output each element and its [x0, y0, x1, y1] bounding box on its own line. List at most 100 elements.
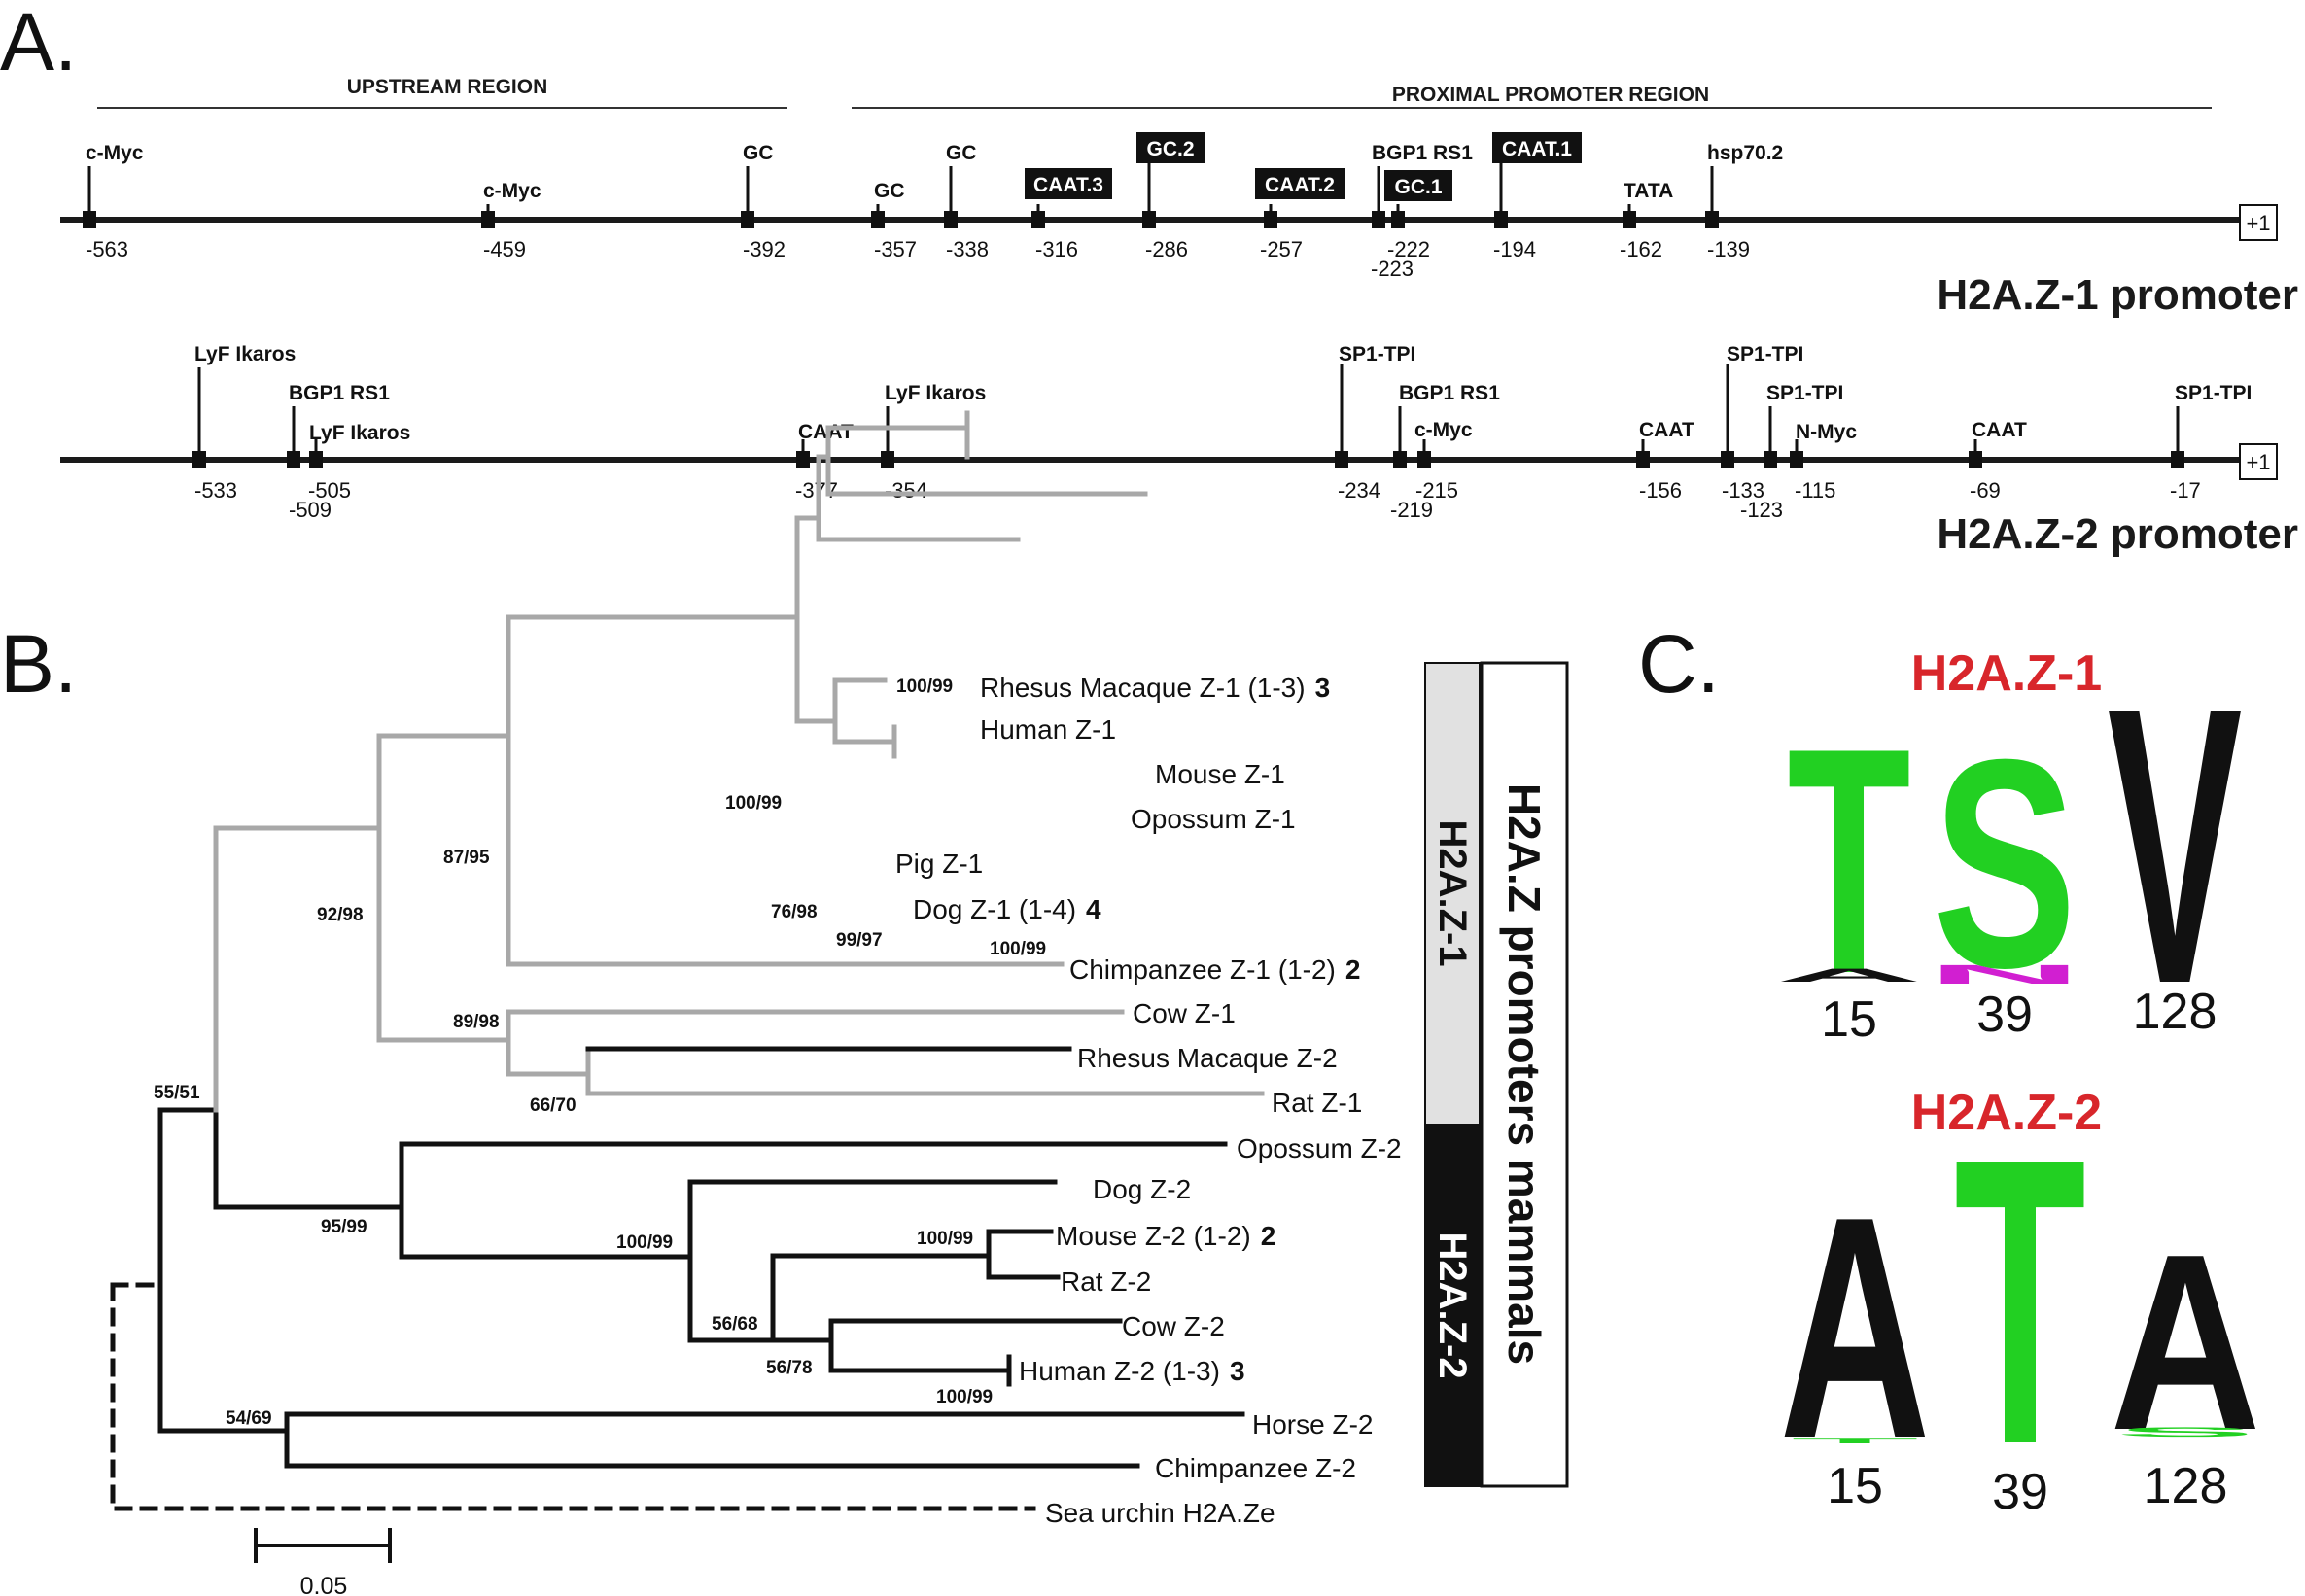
- logo-position: 39: [1992, 1464, 2048, 1520]
- site-sp1-tpi-label: SP1-TPI: [1727, 343, 1803, 365]
- logo-letter-small: N: [1927, 959, 2082, 989]
- site-sp1-tpi-label: SP1-TPI: [1339, 343, 1415, 365]
- group-bar-title: H2A.Z promoters mammals: [1499, 783, 1550, 1365]
- site-caat-label: CAAT: [798, 421, 854, 443]
- logo-position: 128: [2133, 984, 2218, 1040]
- site-gc-marker: [871, 211, 885, 228]
- bootstrap-value: 92/98: [317, 905, 364, 925]
- site-sp1-tpi-marker: [1764, 451, 1777, 468]
- tree-leaf-label: Rat Z-1: [1272, 1088, 1362, 1118]
- site-position-label: -162: [1620, 237, 1662, 261]
- bootstrap-value: 100/99: [725, 793, 782, 814]
- site-bgp1-rs1-label: BGP1 RS1: [1372, 142, 1473, 164]
- site-caat-1-label: CAAT.1: [1502, 138, 1572, 160]
- logo-letter-small: S: [2115, 1425, 2255, 1440]
- site-position-label: -234: [1338, 478, 1380, 503]
- h2az2-sites: LyF Ikaros-533BGP1 RS1-509LyF Ikaros-505…: [192, 343, 2252, 522]
- tree-leaf-label: Dog Z-2: [1093, 1174, 1191, 1204]
- phylogenetic-tree: Rhesus Macaque Z-1 (1-3) 3 Human Z-1 Mouse …: [110, 410, 1569, 1596]
- site-position-label: -286: [1145, 237, 1188, 261]
- site-sp1-tpi-marker: [1335, 451, 1348, 468]
- site-position-label: -338: [946, 237, 989, 261]
- site-position-label: -563: [86, 237, 128, 261]
- site-tata-label: TATA: [1624, 180, 1673, 202]
- tree-leaf-label: Human Z-1: [980, 714, 1116, 745]
- group-label-h2az2: H2A.Z-2: [1431, 1232, 1474, 1378]
- bootstrap-value: 54/69: [226, 1408, 272, 1429]
- tree-leaf-label: Rhesus Macaque Z-2: [1077, 1043, 1338, 1073]
- bootstrap-value: 89/98: [453, 1012, 500, 1032]
- site-hsp70-2-marker: [1705, 211, 1719, 228]
- panel-letter-c: C.: [1638, 618, 1720, 710]
- site-position-label: -357: [874, 237, 917, 261]
- tree-leaf-label: Chimpanzee Z-1 (1-2) 2: [1069, 954, 1360, 985]
- h2az2-promoter-track: +1 LyF Ikaros-533BGP1 RS1-509LyF Ikaros-…: [60, 343, 2298, 558]
- site-bgp1-rs1-label: BGP1 RS1: [1399, 382, 1500, 404]
- site-position-label: -459: [483, 237, 526, 261]
- site-caat-marker: [1636, 451, 1650, 468]
- logo-position: 128: [2144, 1458, 2228, 1514]
- site-c-myc-marker: [1417, 451, 1431, 468]
- site-gc-marker: [741, 211, 754, 228]
- site-gc-2-label: GC.2: [1146, 138, 1194, 160]
- logo-letter: A: [1779, 1151, 1930, 1504]
- site-gc-label: GC: [743, 142, 774, 164]
- tree-leaf-label: Opossum Z-2: [1237, 1133, 1402, 1163]
- tree-leaf-label: Horse Z-2: [1252, 1409, 1373, 1440]
- tree-leaf-label: Opossum Z-1: [1131, 804, 1296, 834]
- site-caat-marker: [796, 451, 810, 468]
- tree-leaf-label: Mouse Z-2 (1-2) 2: [1056, 1221, 1275, 1251]
- site-position-label: -354: [885, 478, 927, 503]
- site-position-label: -17: [2170, 478, 2201, 503]
- site-gc-marker: [944, 211, 958, 228]
- site-position-label: -194: [1493, 237, 1536, 261]
- start-site-label: +1: [2246, 211, 2270, 235]
- site-lyf-ikaros-marker: [881, 451, 894, 468]
- bootstrap-value: 56/78: [766, 1358, 813, 1378]
- site-caat-2-label: CAAT.2: [1265, 174, 1335, 196]
- h2az1-promoter-name: H2A.Z-1 promoter: [1937, 271, 2298, 319]
- tree-support-values: 100/99 100/99 87/95 92/98 76/98 99/97 100/99 89…: [154, 677, 1046, 1429]
- site-position-label: -257: [1260, 237, 1303, 261]
- bootstrap-value: 99/97: [836, 930, 883, 951]
- tree-leaf-label: Dog Z-1 (1-4) 4: [913, 894, 1101, 924]
- site-bgp1-rs1-marker: [1372, 211, 1385, 228]
- bootstrap-value: 100/99: [936, 1387, 993, 1407]
- site-position-label: -505: [308, 478, 351, 503]
- logo-position: 15: [1827, 1458, 1883, 1514]
- site-position-label: -123: [1740, 498, 1783, 522]
- bootstrap-value: 100/99: [896, 677, 953, 697]
- bootstrap-value: 100/99: [917, 1229, 973, 1249]
- site-lyf-ikaros-label: LyF Ikaros: [309, 422, 410, 444]
- logo-letter-small: T: [1791, 1436, 1918, 1444]
- group-label-h2az1: H2A.Z-1: [1431, 819, 1474, 966]
- bootstrap-value: 56/68: [712, 1314, 758, 1335]
- site-caat-2-marker: [1264, 211, 1277, 228]
- tree-leaf-label: Cow Z-2: [1122, 1311, 1225, 1341]
- bootstrap-value: 55/51: [154, 1083, 200, 1103]
- site-sp1-tpi-label: SP1-TPI: [1766, 382, 1843, 404]
- site-sp1-tpi-label: SP1-TPI: [2175, 382, 2252, 404]
- site-bgp1-rs1-marker: [1393, 451, 1407, 468]
- site-position-label: -215: [1415, 478, 1458, 503]
- site-bgp1-rs1-label: BGP1 RS1: [289, 382, 390, 404]
- promoter-map: UPSTREAM REGION PROXIMAL PROMOTER REGION…: [60, 76, 2298, 558]
- tree-leaf-label: Rat Z-2: [1061, 1266, 1151, 1297]
- site-caat-3-label: CAAT.3: [1033, 174, 1103, 196]
- tree-leaf-label: Human Z-2 (1-3) 3: [1019, 1356, 1245, 1386]
- bootstrap-value: 66/70: [530, 1095, 576, 1116]
- site-lyf-ikaros-marker: [309, 451, 323, 468]
- site-gc-label: GC: [874, 180, 905, 202]
- site-caat-label: CAAT: [1639, 419, 1694, 441]
- panel-letter-b: B.: [0, 618, 77, 710]
- logo-position: 39: [1976, 987, 2033, 1043]
- panel-letter-a: A.: [0, 0, 77, 87]
- site-n-myc-label: N-Myc: [1796, 421, 1857, 443]
- site-caat-3-marker: [1031, 211, 1045, 228]
- logo-letter: A: [2110, 1202, 2260, 1482]
- scale-bar-label: 0.05: [300, 1573, 348, 1596]
- site-hsp70-2-label: hsp70.2: [1707, 142, 1783, 164]
- tree-leaf-label: Rhesus Macaque Z-1 (1-3) 3: [980, 673, 1330, 703]
- logo-letter: T: [1787, 681, 1910, 1041]
- scale-bar: 0.05: [254, 1528, 392, 1596]
